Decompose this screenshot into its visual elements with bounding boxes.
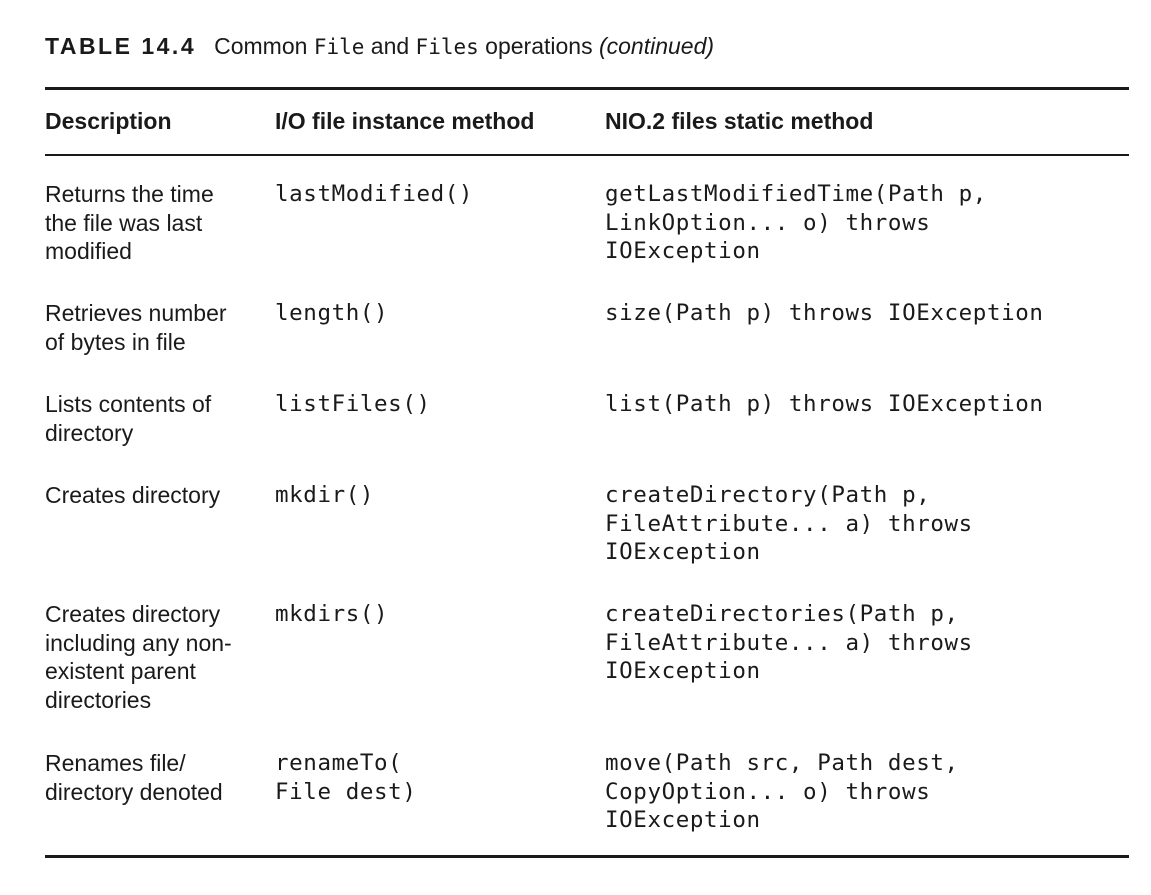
table-caption: TABLE 14.4 Common File and Files operatio… — [45, 30, 714, 63]
cell-description-line: Lists contents of — [45, 391, 212, 417]
cell-description: Retrieves number of bytes in file — [45, 299, 227, 356]
header-rule — [45, 154, 1129, 156]
caption-text: Common — [214, 33, 314, 59]
cell-io-method: lastModified() — [275, 180, 473, 209]
cell-nio-method: size(Path p) throws IOException — [605, 299, 1044, 328]
cell-io-method-line: File dest) — [275, 778, 417, 805]
cell-nio-method-line: IOException — [605, 658, 761, 684]
cell-description-line: of bytes in file — [45, 328, 186, 355]
cell-io-method: mkdir() — [275, 481, 374, 510]
cell-io-method-line: lastModified() — [275, 181, 474, 207]
cell-io-method-line: renameTo( — [275, 750, 403, 776]
header-io-method: I/O file instance method — [275, 108, 535, 134]
cell-description-line: including any non- — [45, 629, 232, 656]
cell-description-line: directory denoted — [45, 778, 223, 805]
cell-description: Lists contents of directory — [45, 390, 211, 447]
cell-nio-method-line: IOException — [605, 238, 761, 264]
cell-nio-method: move(Path src, Path dest, CopyOption... o… — [605, 749, 959, 835]
cell-nio-method-line: createDirectories(Path p, — [605, 601, 959, 627]
caption-continued: (continued) — [598, 33, 715, 59]
cell-io-method: listFiles() — [275, 390, 431, 419]
cell-nio-method: list(Path p) throws IOException — [605, 390, 1044, 419]
cell-nio-method-line: LinkOption... o) throws — [605, 209, 931, 236]
cell-description-line: directories — [45, 686, 152, 713]
cell-nio-method-line: FileAttribute... a) throws — [605, 629, 973, 656]
header-description: Description — [45, 108, 172, 134]
cell-io-method: length() — [275, 299, 388, 328]
cell-io-method-line: mkdir() — [275, 482, 375, 508]
header-nio-method: NIO.2 files static method — [605, 108, 874, 134]
cell-nio-method-line: FileAttribute... a) throws — [605, 510, 973, 537]
caption-files-class: Files — [415, 35, 479, 59]
cell-nio-method-line: getLastModifiedTime(Path p, — [605, 181, 987, 207]
table-bottom-rule — [45, 855, 1129, 858]
cell-nio-method-line: CopyOption... o) throws — [605, 778, 931, 805]
cell-nio-method: createDirectories(Path p, FileAttribute..… — [605, 600, 973, 686]
cell-description-line: Returns the time — [45, 181, 214, 207]
cell-nio-method-line: IOException — [605, 539, 761, 565]
cell-description-line: the file was last — [45, 209, 203, 236]
cell-description-line: modified — [45, 238, 132, 264]
cell-description-line: Creates directory — [45, 601, 221, 627]
cell-description: Creates directory — [45, 481, 220, 510]
cell-nio-method-line: move(Path src, Path dest, — [605, 750, 959, 776]
cell-description: Renames file/directory denoted — [45, 749, 223, 806]
caption-file-class: File — [313, 35, 365, 59]
table-top-rule — [45, 87, 1129, 90]
cell-nio-method: createDirectory(Path p, FileAttribute... … — [605, 481, 973, 567]
cell-nio-method-line: list(Path p) throws IOException — [605, 391, 1044, 417]
cell-description-line: Retrieves number — [45, 300, 227, 326]
cell-nio-method-line: createDirectory(Path p, — [605, 482, 931, 508]
cell-io-method-line: mkdirs() — [275, 601, 389, 627]
cell-nio-method: getLastModifiedTime(Path p, LinkOption...… — [605, 180, 987, 266]
cell-io-method-line: listFiles() — [275, 391, 431, 417]
table-number: TABLE 14.4 — [45, 33, 197, 59]
cell-description: Creates directory including any non-exist… — [45, 600, 232, 714]
cell-nio-method-line: size(Path p) throws IOException — [605, 300, 1044, 326]
cell-description: Returns the time the file was last modifie… — [45, 180, 214, 266]
cell-description-line: existent parent — [45, 658, 196, 684]
cell-description-line: directory — [45, 419, 134, 446]
cell-io-method: mkdirs() — [275, 600, 388, 629]
caption-text: and — [364, 33, 416, 59]
cell-description-line: Renames file/ — [45, 750, 186, 776]
caption-text: operations — [478, 33, 599, 59]
cell-io-method-line: length() — [275, 300, 389, 326]
cell-nio-method-line: IOException — [605, 807, 761, 833]
cell-io-method: renameTo(File dest) — [275, 749, 416, 806]
cell-description-line: Creates directory — [45, 482, 221, 508]
